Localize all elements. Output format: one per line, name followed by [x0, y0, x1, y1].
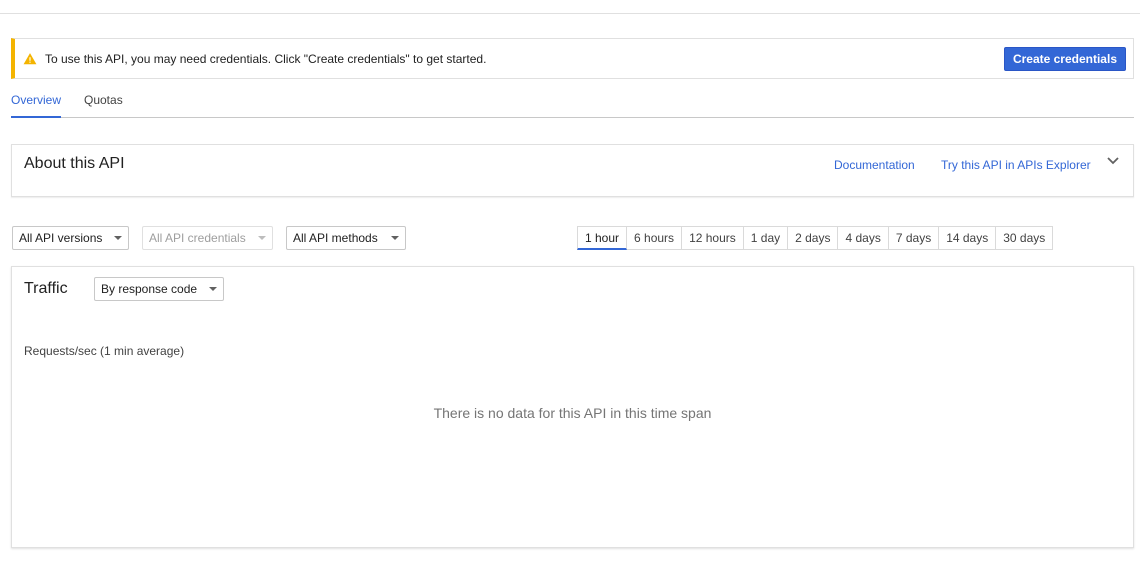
- api-credentials-dropdown: All API credentials: [142, 226, 273, 250]
- banner-message: To use this API, you may need credential…: [45, 51, 487, 66]
- time-range-1-hour[interactable]: 1 hour: [577, 226, 628, 250]
- time-range-7-days[interactable]: 7 days: [888, 226, 940, 250]
- time-range-2-days[interactable]: 2 days: [788, 226, 839, 250]
- api-versions-dropdown[interactable]: All API versions: [12, 226, 129, 250]
- group-by-value: By response code: [101, 282, 198, 296]
- y-axis-label: Requests/sec (1 min average): [24, 344, 185, 358]
- tab-overview[interactable]: Overview: [11, 90, 61, 118]
- about-title: About this API: [24, 155, 125, 172]
- time-range-14-days[interactable]: 14 days: [939, 226, 997, 250]
- time-range-30-days[interactable]: 30 days: [996, 226, 1054, 250]
- traffic-title: Traffic: [24, 280, 68, 297]
- time-range-selector: 1 hour 6 hours 12 hours 1 day 2 days 4 d…: [577, 226, 1054, 250]
- caret-down-icon: [258, 236, 266, 240]
- tab-bar: Overview Quotas: [11, 90, 1134, 118]
- credentials-warning-banner: To use this API, you may need credential…: [11, 38, 1134, 79]
- caret-down-icon: [209, 287, 217, 291]
- api-versions-value: All API versions: [19, 231, 103, 245]
- api-methods-dropdown[interactable]: All API methods: [286, 226, 406, 250]
- group-by-dropdown[interactable]: By response code: [94, 277, 224, 301]
- time-range-6-hours[interactable]: 6 hours: [627, 226, 683, 250]
- time-range-1-day[interactable]: 1 day: [743, 226, 789, 250]
- time-range-12-hours[interactable]: 12 hours: [682, 226, 744, 250]
- caret-down-icon: [114, 236, 122, 240]
- apis-explorer-link[interactable]: Try this API in APIs Explorer: [941, 158, 1091, 172]
- about-api-card: About this API Documentation Try this AP…: [11, 144, 1134, 197]
- top-divider: [0, 13, 1140, 14]
- api-methods-value: All API methods: [293, 231, 378, 245]
- tab-quotas[interactable]: Quotas: [84, 90, 123, 116]
- create-credentials-button[interactable]: Create credentials: [1003, 47, 1126, 71]
- chevron-down-icon[interactable]: [1105, 153, 1121, 169]
- api-credentials-value: All API credentials: [149, 231, 246, 245]
- traffic-card: Traffic By response code Requests/sec (1…: [11, 266, 1134, 548]
- warning-icon: [23, 52, 37, 64]
- time-range-4-days[interactable]: 4 days: [838, 226, 889, 250]
- caret-down-icon: [391, 236, 399, 240]
- documentation-link[interactable]: Documentation: [834, 158, 915, 172]
- no-data-message: There is no data for this API in this ti…: [433, 405, 712, 421]
